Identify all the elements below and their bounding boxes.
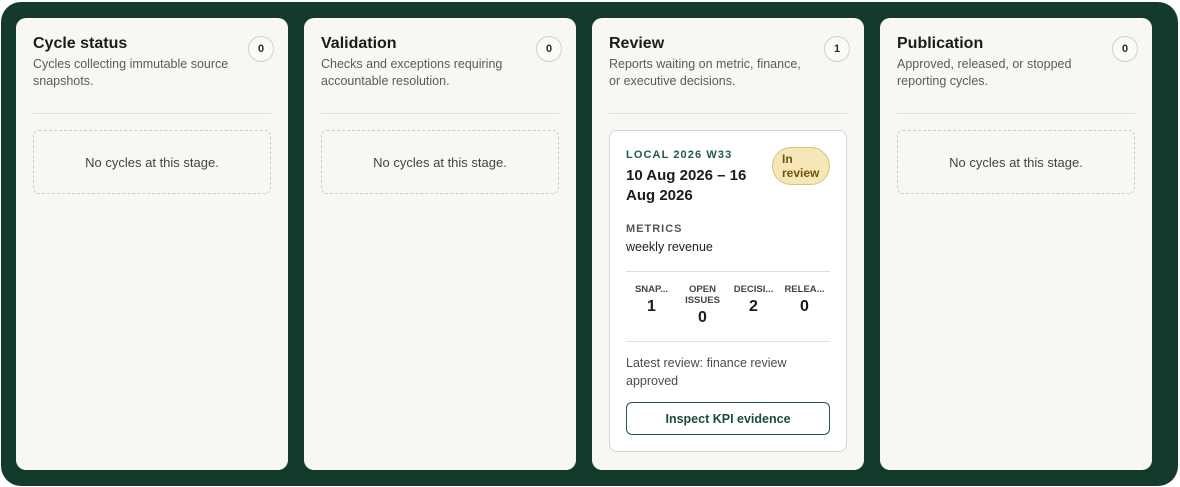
column-publication: Publication Approved, released, or stopp… — [880, 18, 1152, 470]
metrics-label: METRICS — [626, 223, 683, 235]
column-title: Publication — [897, 35, 984, 52]
column-cycle-status: Cycle status Cycles collecting immutable… — [16, 18, 288, 470]
stat-open-issues: OPEN ISSUES 0 — [677, 272, 728, 341]
inspect-kpi-evidence-button[interactable]: Inspect KPI evidence — [626, 402, 830, 435]
column-description: Cycles collecting immutable source snaps… — [33, 57, 229, 88]
stat-label: OPEN ISSUES — [685, 284, 720, 306]
column-count-badge: 1 — [824, 36, 850, 62]
column-count-badge: 0 — [1112, 36, 1138, 62]
stat-label: RELEA... — [784, 284, 825, 295]
stat-decisions: DECISI... 2 — [728, 272, 779, 341]
cycle-card: LOCAL 2026 W33 10 Aug 2026 – 16 Aug 2026… — [609, 130, 847, 452]
column-count-badge: 0 — [536, 36, 562, 62]
stat-label: SNAP... — [634, 284, 669, 295]
column-header: Validation Checks and exceptions requiri… — [321, 34, 562, 114]
column-header: Cycle status Cycles collecting immutable… — [33, 34, 274, 114]
stat-value: 2 — [749, 298, 758, 315]
empty-state: No cycles at this stage. — [321, 130, 559, 194]
status-badge: In review — [772, 147, 830, 185]
column-description: Approved, released, or stopped reporting… — [897, 57, 1072, 88]
column-count-badge: 0 — [248, 36, 274, 62]
empty-state: No cycles at this stage. — [897, 130, 1135, 194]
column-description: Reports waiting on metric, finance, or e… — [609, 57, 801, 88]
column-header: Publication Approved, released, or stopp… — [897, 34, 1138, 114]
stat-snapshots: SNAP... 1 — [626, 272, 677, 341]
column-title: Review — [609, 35, 665, 52]
stat-value: 0 — [698, 309, 707, 326]
cycle-stats: SNAP... 1 OPEN ISSUES 0 DECISI... 2 RELE… — [626, 271, 830, 342]
stat-value: 0 — [800, 298, 809, 315]
stat-releases: RELEA... 0 — [779, 272, 830, 341]
stat-value: 1 — [647, 298, 656, 315]
kanban-board: Cycle status Cycles collecting immutable… — [1, 2, 1178, 486]
column-header: Review Reports waiting on metric, financ… — [609, 34, 850, 114]
column-title: Cycle status — [33, 35, 128, 52]
latest-review-text: Latest review: finance review approved — [626, 356, 787, 388]
column-description: Checks and exceptions requiring accounta… — [321, 57, 503, 88]
column-validation: Validation Checks and exceptions requiri… — [304, 18, 576, 470]
column-review: Review Reports waiting on metric, financ… — [592, 18, 864, 470]
empty-state: No cycles at this stage. — [33, 130, 271, 194]
cycle-period: 10 Aug 2026 – 16 Aug 2026 — [626, 167, 747, 204]
column-title: Validation — [321, 35, 397, 52]
metrics-value: weekly revenue — [626, 240, 713, 254]
stat-label: DECISI... — [733, 284, 774, 295]
